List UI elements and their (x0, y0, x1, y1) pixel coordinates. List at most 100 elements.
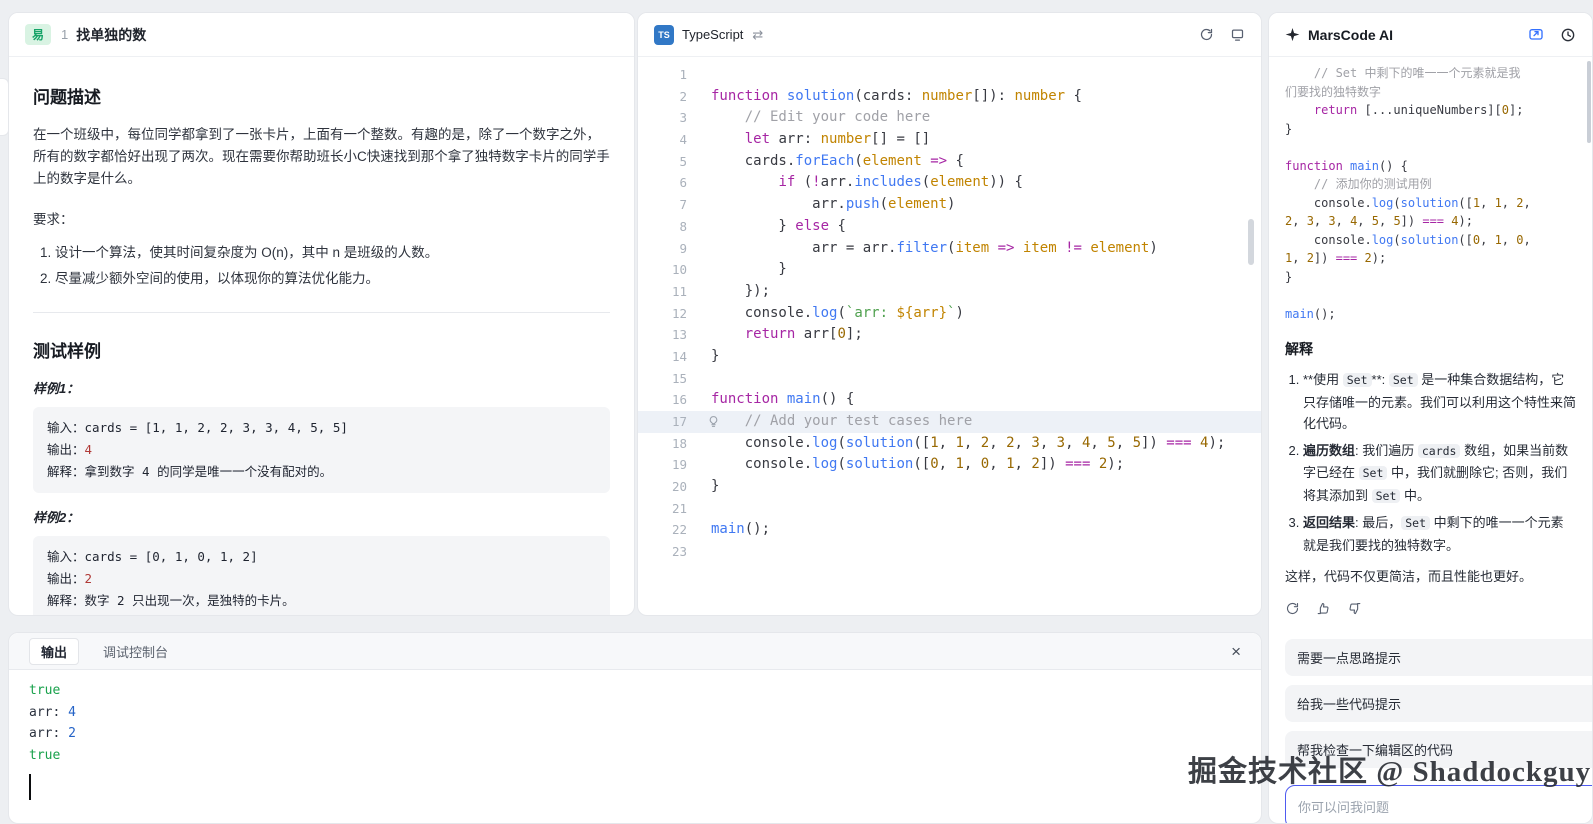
code-line[interactable]: 21 (638, 498, 1261, 520)
history-icon[interactable] (1560, 27, 1576, 43)
console-tabs: 输出 调试控制台 (29, 638, 194, 665)
code-line[interactable]: 23 (638, 541, 1261, 563)
typescript-icon: TS (654, 25, 674, 45)
console-output-line: arr: 4 (29, 702, 1241, 724)
line-number: 17 (638, 411, 702, 433)
sample-block: 输入：cards = [1, 1, 2, 2, 3, 3, 4, 5, 5]输出… (33, 407, 610, 493)
assistant-code-line: return [...uniqueNumbers][0]; (1285, 101, 1576, 120)
code-line[interactable]: 12 console.log(`arr: ${arr}`) (638, 303, 1261, 325)
sample-line-explain: 解释：数字 2 只出现一次，是独特的卡片。 (47, 590, 596, 612)
thumbs-down-icon[interactable] (1347, 601, 1362, 616)
editor-panel: TS TypeScript ⇄ 12function solution(card… (637, 12, 1262, 616)
problem-description: 在一个班级中，每位同学都拿到了一张卡片，上面有一个整数。有趣的是，除了一个数字之… (33, 124, 610, 190)
sample-line-output: 输出：4 (47, 439, 596, 461)
code-editor[interactable]: 12function solution(cards: number[]): nu… (638, 57, 1261, 563)
editor-scrollbar[interactable] (1248, 219, 1254, 265)
explanation-item: 遍历数组: 我们遍历 cards 数组，如果当前数字已经在 Set 中，我们就删… (1303, 440, 1576, 508)
requirements-list: 设计一个算法，使其时间复杂度为 O(n)，其中 n 是班级的人数。尽量减少额外空… (55, 240, 610, 292)
code-line[interactable]: 8 } else { (638, 216, 1261, 238)
ai-chat-scroll[interactable]: // Set 中剩下的唯一一个元素就是我们要找的独特数字 return [...… (1269, 58, 1592, 639)
code-line[interactable]: 10 } (638, 259, 1261, 281)
code-line[interactable]: 13 return arr[0]; (638, 324, 1261, 346)
samples-heading: 测试样例 (33, 337, 610, 362)
code-line[interactable]: 1 (638, 64, 1261, 86)
problem-header: 易 1 找单独的数 (9, 13, 634, 57)
suggestion-button[interactable]: 需要一点思路提示 (1285, 639, 1593, 676)
regenerate-icon[interactable] (1285, 601, 1300, 616)
line-number: 5 (638, 151, 702, 173)
explanation-closing: 这样，代码不仅更简洁，而且性能也更好。 (1285, 566, 1576, 585)
suggestion-button[interactable]: 给我一些代码提示 (1285, 685, 1593, 722)
line-number: 10 (638, 259, 702, 281)
explanation-item: **使用 Set**: Set 是一种集合数据结构，它只存储唯一的元素。我们可以… (1303, 369, 1576, 435)
line-number: 11 (638, 281, 702, 303)
assistant-code-line: } (1285, 268, 1576, 287)
line-number: 13 (638, 324, 702, 346)
line-number: 3 (638, 107, 702, 129)
requirement-item: 尽量减少额外空间的使用，以体现你的算法优化能力。 (55, 266, 610, 292)
code-line[interactable]: 5 cards.forEach(element => { (638, 151, 1261, 173)
code-line[interactable]: 15 (638, 368, 1261, 390)
assistant-code-line: console.log(solution([0, 1, 0, (1285, 231, 1576, 250)
line-number: 14 (638, 346, 702, 368)
difficulty-badge: 易 (25, 24, 51, 45)
sample-label: 样例1： (33, 378, 610, 397)
problem-title: 找单独的数 (76, 25, 146, 45)
explanation-list: **使用 Set**: Set 是一种集合数据结构，它只存储唯一的元素。我们可以… (1303, 369, 1576, 556)
line-number: 4 (638, 129, 702, 151)
samples-container: 样例1： 输入：cards = [1, 1, 2, 2, 3, 3, 4, 5, … (33, 378, 610, 616)
code-line[interactable]: 20} (638, 476, 1261, 498)
code-line[interactable]: 14} (638, 346, 1261, 368)
code-line[interactable]: 11 }); (638, 281, 1261, 303)
fullscreen-icon[interactable] (1230, 27, 1245, 42)
assistant-code-line: // 添加你的测试用例 (1285, 175, 1576, 194)
ai-header: MarsCode AI (1269, 13, 1592, 57)
assistant-code-block: // Set 中剩下的唯一一个元素就是我们要找的独特数字 return [...… (1285, 64, 1576, 323)
language-tab[interactable]: TypeScript (682, 27, 743, 42)
problem-panel: 易 1 找单独的数 问题描述 在一个班级中，每位同学都拿到了一张卡片，上面有一个… (8, 12, 635, 616)
code-line[interactable]: 4 let arr: number[] = [] (638, 129, 1261, 151)
line-number: 12 (638, 303, 702, 325)
code-line[interactable]: 19 console.log(solution([0, 1, 0, 1, 2])… (638, 454, 1261, 476)
ai-title: MarsCode AI (1308, 27, 1393, 43)
suggestion-button[interactable]: 帮我检查一下编辑区的代码 (1285, 731, 1593, 768)
assistant-code-line: function main() { (1285, 157, 1576, 176)
code-line[interactable]: 22main(); (638, 519, 1261, 541)
code-line[interactable]: 17 // Add your test cases here (638, 411, 1261, 433)
console-tab-debug[interactable]: 调试控制台 (103, 642, 168, 661)
ai-scrollbar[interactable] (1587, 61, 1591, 143)
ai-question-input[interactable] (1285, 785, 1593, 824)
requirements-label: 要求： (33, 208, 610, 228)
suggestion-buttons: 需要一点思路提示给我一些代码提示帮我检查一下编辑区的代码 (1285, 639, 1593, 777)
problem-body: 问题描述 在一个班级中，每位同学都拿到了一张卡片，上面有一个整数。有趣的是，除了… (9, 57, 634, 616)
reset-code-icon[interactable] (1199, 27, 1214, 42)
code-line[interactable]: 9 arr = arr.filter(item => item != eleme… (638, 238, 1261, 260)
code-line[interactable]: 6 if (!arr.includes(element)) { (638, 172, 1261, 194)
section-divider (33, 312, 610, 313)
line-number: 7 (638, 194, 702, 216)
assistant-code-line: // Set 中剩下的唯一一个元素就是我 (1285, 64, 1576, 83)
code-line[interactable]: 16function main() { (638, 389, 1261, 411)
console-output-line: true (29, 745, 1241, 767)
line-number: 16 (638, 389, 702, 411)
feedback-icon[interactable] (1528, 27, 1544, 43)
close-console-icon[interactable]: × (1231, 643, 1241, 660)
line-number: 21 (638, 498, 702, 520)
code-line[interactable]: 3 // Edit your code here (638, 107, 1261, 129)
code-line[interactable]: 2function solution(cards: number[]): num… (638, 86, 1261, 108)
line-number: 19 (638, 454, 702, 476)
editor-header: TS TypeScript ⇄ (638, 13, 1261, 57)
assistant-code-line: } (1285, 120, 1576, 139)
line-number: 18 (638, 433, 702, 455)
sample-line-output: 输出：2 (47, 568, 596, 590)
code-line[interactable]: 7 arr.push(element) (638, 194, 1261, 216)
console-tab-output[interactable]: 输出 (29, 638, 79, 665)
language-switch-icon[interactable]: ⇄ (752, 27, 763, 43)
code-line[interactable]: 18 console.log(solution([1, 1, 2, 2, 3, … (638, 433, 1261, 455)
line-number: 22 (638, 519, 702, 541)
console-panel: 输出调试控制台 × truearr: 4arr: 2true (8, 632, 1262, 824)
line-number: 8 (638, 216, 702, 238)
console-output: truearr: 4arr: 2true (29, 680, 1241, 766)
thumbs-up-icon[interactable] (1316, 601, 1331, 616)
sample-label: 样例2： (33, 507, 610, 526)
